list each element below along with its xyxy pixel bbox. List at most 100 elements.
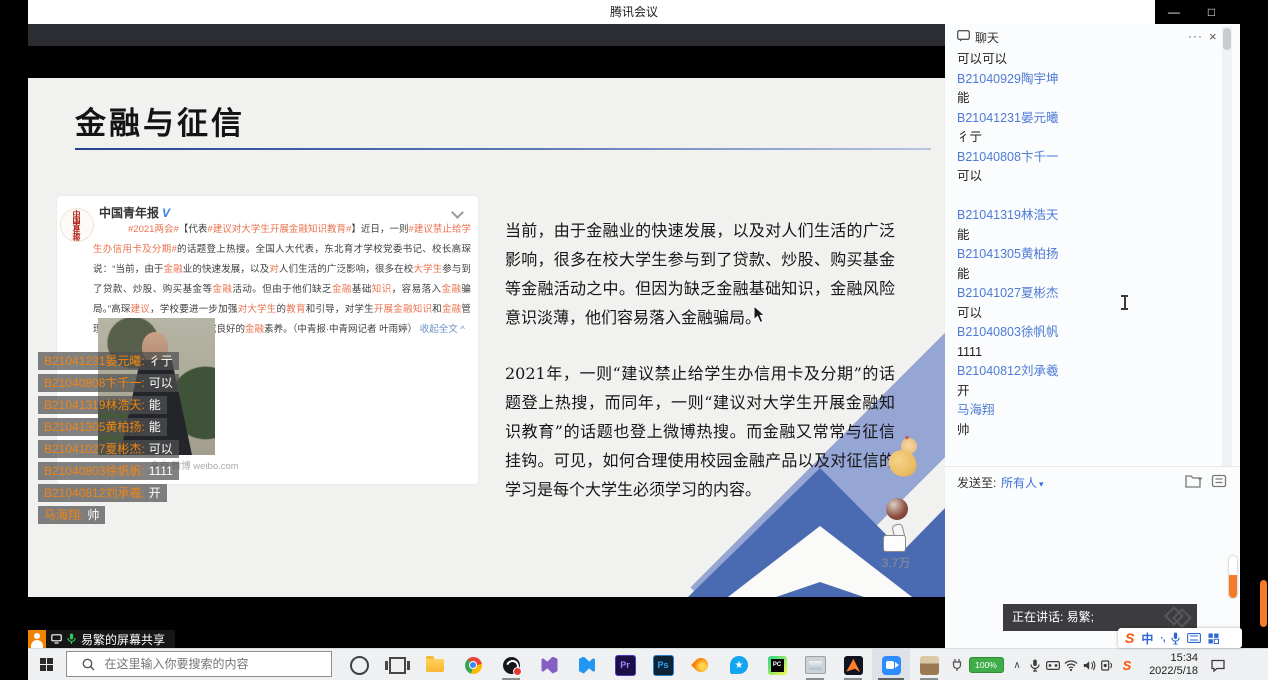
overlay-sender-name: B21040803徐帆帆:: [44, 464, 145, 478]
chat-sender-name[interactable]: B21040808卞千一: [957, 148, 1215, 168]
sogou-logo-icon[interactable]: S: [1125, 628, 1134, 648]
chat-more-button[interactable]: ···: [1188, 29, 1203, 43]
overlay-message-text: 彳亍: [149, 354, 173, 368]
chat-message-text: 可以: [957, 304, 1215, 324]
file-send-icon[interactable]: [1185, 473, 1207, 489]
tray-chevron-up[interactable]: ∧: [1008, 649, 1026, 680]
ime-toolbox-icon[interactable]: [1208, 633, 1219, 644]
overlay-message-list: B21041231晏元曦:彳亍B21040808卞千一:可以B21041319林…: [38, 352, 179, 524]
overlay-sender-name: B21041305黄柏扬:: [44, 420, 145, 434]
battery-indicator[interactable]: 100%: [966, 649, 1006, 680]
right-black-strip: [1240, 0, 1268, 648]
share-banner-label: 易繁的屏幕共享: [46, 630, 175, 648]
chat-message-text: 彳亍: [957, 128, 1215, 148]
weibo-text-segment: 建议: [131, 304, 150, 315]
chat-sender-name[interactable]: B21040929陶宇坤: [957, 70, 1215, 90]
photoshop-icon[interactable]: Ps: [644, 649, 682, 680]
maximize-button[interactable]: □: [1193, 0, 1231, 24]
weibo-text-segment: 金融: [442, 284, 462, 295]
weibo-text-segment: 开展金融知识: [374, 304, 432, 315]
chrome-icon[interactable]: [454, 649, 492, 680]
chat-panel: 聊天 ··· × 可以可以B21040929陶宇坤能B21041231晏元曦彳亍…: [945, 24, 1240, 648]
mouse-cursor: [753, 305, 766, 324]
scrollbar-capsule[interactable]: [1229, 556, 1237, 598]
tencent-meeting-icon[interactable]: [872, 649, 910, 680]
chat-sender-name[interactable]: B21041319林浩天: [957, 206, 1215, 226]
weibo-text-segment: ，容易落入: [392, 284, 442, 295]
chat-sender-name[interactable]: 马海翔: [957, 401, 1215, 421]
weibo-collapse-link[interactable]: 收起全文 ^: [420, 324, 465, 335]
flame-app-icon[interactable]: [682, 649, 720, 680]
weibo-text-segment: 金融: [245, 324, 264, 335]
overlay-sender-name: B21041319林浩天:: [44, 398, 145, 412]
announcement-icon[interactable]: [1211, 473, 1227, 489]
chat-sender-name[interactable]: B21040812刘承羲: [957, 362, 1215, 382]
vscode-icon[interactable]: [568, 649, 606, 680]
chat-sender-name[interactable]: B21041305黄柏扬: [957, 245, 1215, 265]
file-explorer-icon[interactable]: [416, 649, 454, 680]
overlay-message: B21041319林浩天:能: [38, 396, 167, 414]
chat-bubble-icon: [957, 30, 970, 42]
overlay-message: B21040803徐帆帆:1111: [38, 462, 179, 480]
chat-scrollbar-thumb[interactable]: [1223, 28, 1231, 50]
pycharm-icon[interactable]: PC: [758, 649, 796, 680]
edge-scroll-capsule[interactable]: [1260, 580, 1267, 627]
thumbs-up-icon: [880, 524, 910, 554]
send-to-dropdown[interactable]: 所有人▾: [1001, 474, 1044, 491]
ime-punctuation-toggle[interactable]: ·,: [1160, 633, 1164, 644]
slide-paragraph: 当前，由于金融业的快速发展，以及对人们生活的广泛影响，很多在校大学生参与到了贷款…: [505, 216, 895, 332]
ime-toolbar: S 中 ·,: [1118, 628, 1242, 648]
chat-sender-name[interactable]: B21040803徐帆帆: [957, 323, 1215, 343]
search-input[interactable]: [103, 656, 317, 672]
ime-language-toggle[interactable]: 中: [1141, 630, 1153, 647]
tim-icon[interactable]: ★: [720, 649, 758, 680]
weibo-text-segment: 活动。但由于他们缺乏: [232, 284, 332, 295]
overlay-message: B21040808卞千一:可以: [38, 374, 179, 392]
minimize-button[interactable]: —: [1155, 0, 1193, 24]
ime-keyboard-icon[interactable]: [1187, 633, 1201, 643]
chat-sender-name[interactable]: B21041027夏彬杰: [957, 284, 1215, 304]
weibo-account-name: 中国青年报V: [99, 204, 170, 221]
chevron-down-icon[interactable]: [451, 206, 464, 219]
overlay-sender-name: B21040808卞千一:: [44, 376, 145, 390]
weibo-avatar-text: 中国青年报: [73, 210, 81, 240]
weibo-text-segment: 大学生: [413, 264, 442, 275]
chat-message-text: 能: [957, 89, 1215, 109]
action-center-icon[interactable]: [1204, 649, 1232, 680]
capture-app-icon[interactable]: [796, 649, 834, 680]
tray-mic-icon[interactable]: [1026, 649, 1044, 680]
matlab-icon[interactable]: [834, 649, 872, 680]
volume-icon[interactable]: [1080, 649, 1098, 680]
share-stage-top: [28, 46, 945, 78]
taskbar-clock[interactable]: 15:34 2022/5/18: [1140, 649, 1198, 680]
sogou-tray-icon[interactable]: S: [1118, 649, 1136, 680]
slide-paragraph: 2021年，一则“建议禁止给学生办信用卡及分期”的话题登上热搜，而同年，一则“建…: [505, 359, 895, 504]
weibo-text-segment: 人们生活的广泛影响，很多在校: [279, 264, 414, 275]
mic-on-icon: [67, 633, 76, 645]
chat-sender-name[interactable]: B21041231晏元曦: [957, 109, 1215, 129]
weibo-text-segment: #建议对大学生开展金融知识教育#: [207, 224, 351, 235]
cortana-icon[interactable]: [340, 649, 378, 680]
taskbar-search[interactable]: [66, 651, 332, 677]
chat-gap: [957, 187, 1215, 207]
overlay-message: B21041027夏彬杰:可以: [38, 440, 179, 458]
task-view-icon[interactable]: [378, 649, 416, 680]
chat-scrollbar[interactable]: [1222, 26, 1232, 466]
start-button[interactable]: [28, 649, 66, 680]
premiere-icon[interactable]: Pr: [606, 649, 644, 680]
photos-icon[interactable]: [910, 649, 948, 680]
ime-mic-icon[interactable]: [1171, 632, 1180, 645]
chat-close-button[interactable]: ×: [1209, 29, 1217, 44]
like-count: 3.7万: [874, 554, 918, 571]
wifi-icon[interactable]: [1062, 649, 1080, 680]
power-plug-icon: [948, 649, 966, 680]
slide-title-underline: [75, 148, 931, 150]
weibo-text-segment: 素养。（中青报·中青网记者 叶雨婷）: [264, 324, 420, 335]
text-cursor: [1120, 295, 1129, 310]
overlay-message-text: 能: [149, 420, 161, 434]
audio-device-icon[interactable]: [1098, 649, 1116, 680]
tray-device-icon[interactable]: [1044, 649, 1062, 680]
visual-studio-icon[interactable]: [530, 649, 568, 680]
obs-icon[interactable]: [492, 649, 530, 680]
weibo-text-segment: 业的快速发展，以及: [183, 264, 269, 275]
